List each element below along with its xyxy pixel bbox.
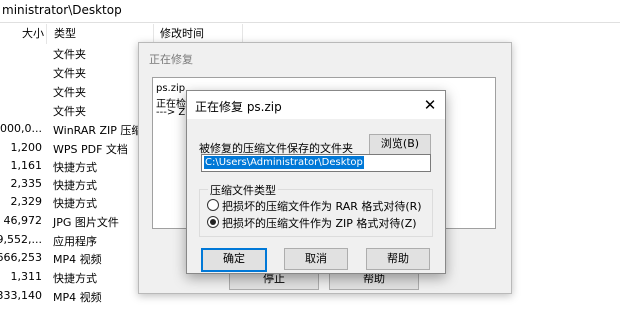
file-type: MP4 视频 bbox=[53, 253, 102, 266]
radio-option-rar[interactable]: 把损坏的压缩文件作为 RAR 格式对待(R) bbox=[207, 198, 422, 214]
file-type: 快捷方式 bbox=[53, 179, 97, 192]
file-type: 文件夹 bbox=[53, 67, 86, 80]
file-size: 1,161 bbox=[10, 159, 43, 172]
repair-options-dialog: 正在修复 ps.zip ✕ 被修复的压缩文件保存的文件夹 浏览(B) C:\Us… bbox=[186, 90, 446, 274]
file-size: 2,329 bbox=[10, 195, 43, 208]
file-type: 快捷方式 bbox=[53, 272, 97, 285]
radio-rar[interactable] bbox=[207, 199, 219, 211]
file-size: 1,200 bbox=[10, 141, 43, 154]
file-size: 666,253 bbox=[0, 251, 42, 264]
dialog-title: 正在修复 ps.zip bbox=[195, 100, 282, 114]
radio-option-zip[interactable]: 把损坏的压缩文件作为 ZIP 格式对待(Z) bbox=[207, 215, 417, 231]
column-separator[interactable] bbox=[46, 24, 47, 44]
file-size: 09,552,... bbox=[0, 233, 42, 246]
file-size: 46,972 bbox=[3, 214, 43, 227]
file-size: 2,335 bbox=[10, 177, 43, 190]
radio-zip-label: 把损坏的压缩文件作为 ZIP 格式对待(Z) bbox=[222, 217, 417, 230]
file-size: 7,000,0... bbox=[0, 122, 42, 135]
file-type: MP4 视频 bbox=[53, 291, 102, 304]
dialog-titlebar[interactable]: 正在修复 ps.zip ✕ bbox=[187, 91, 445, 119]
repair-window-title: 正在修复 bbox=[149, 53, 193, 66]
browse-button[interactable]: 浏览(B) bbox=[369, 134, 431, 155]
cancel-button[interactable]: 取消 bbox=[284, 248, 348, 270]
ok-button[interactable]: 确定 bbox=[201, 248, 267, 272]
column-separator[interactable] bbox=[153, 24, 154, 44]
column-header-modified[interactable]: 修改时间 bbox=[160, 25, 204, 43]
file-type: 文件夹 bbox=[53, 86, 86, 99]
file-type: 文件夹 bbox=[53, 48, 86, 61]
address-bar[interactable]: ministrator\Desktop bbox=[0, 0, 620, 23]
help-button-dialog[interactable]: 帮助 bbox=[366, 248, 430, 270]
column-separator[interactable] bbox=[242, 24, 243, 44]
file-size: 1,311 bbox=[10, 270, 43, 283]
log-line: ps.zip bbox=[156, 83, 186, 94]
close-icon[interactable]: ✕ bbox=[421, 96, 439, 114]
address-path: ministrator\Desktop bbox=[2, 3, 122, 17]
file-type: 应用程序 bbox=[53, 235, 97, 248]
radio-rar-label: 把损坏的压缩文件作为 RAR 格式对待(R) bbox=[222, 200, 422, 213]
file-type: 文件夹 bbox=[53, 105, 86, 118]
folder-path-selection: C:\Users\Administrator\Desktop bbox=[204, 156, 364, 169]
column-header-size[interactable]: 大小 bbox=[22, 25, 44, 43]
file-type: WPS PDF 文档 bbox=[53, 143, 128, 156]
file-size: 333,140 bbox=[0, 289, 42, 302]
file-type: WinRAR ZIP 压缩 bbox=[53, 124, 143, 137]
file-type: 快捷方式 bbox=[53, 197, 97, 210]
archive-type-label: 压缩文件类型 bbox=[208, 182, 278, 198]
file-type: JPG 图片文件 bbox=[53, 216, 119, 229]
column-header-type[interactable]: 类型 bbox=[54, 25, 76, 43]
folder-path-input[interactable]: C:\Users\Administrator\Desktop bbox=[201, 154, 431, 172]
file-type: 快捷方式 bbox=[53, 161, 97, 174]
radio-zip[interactable] bbox=[207, 216, 219, 228]
